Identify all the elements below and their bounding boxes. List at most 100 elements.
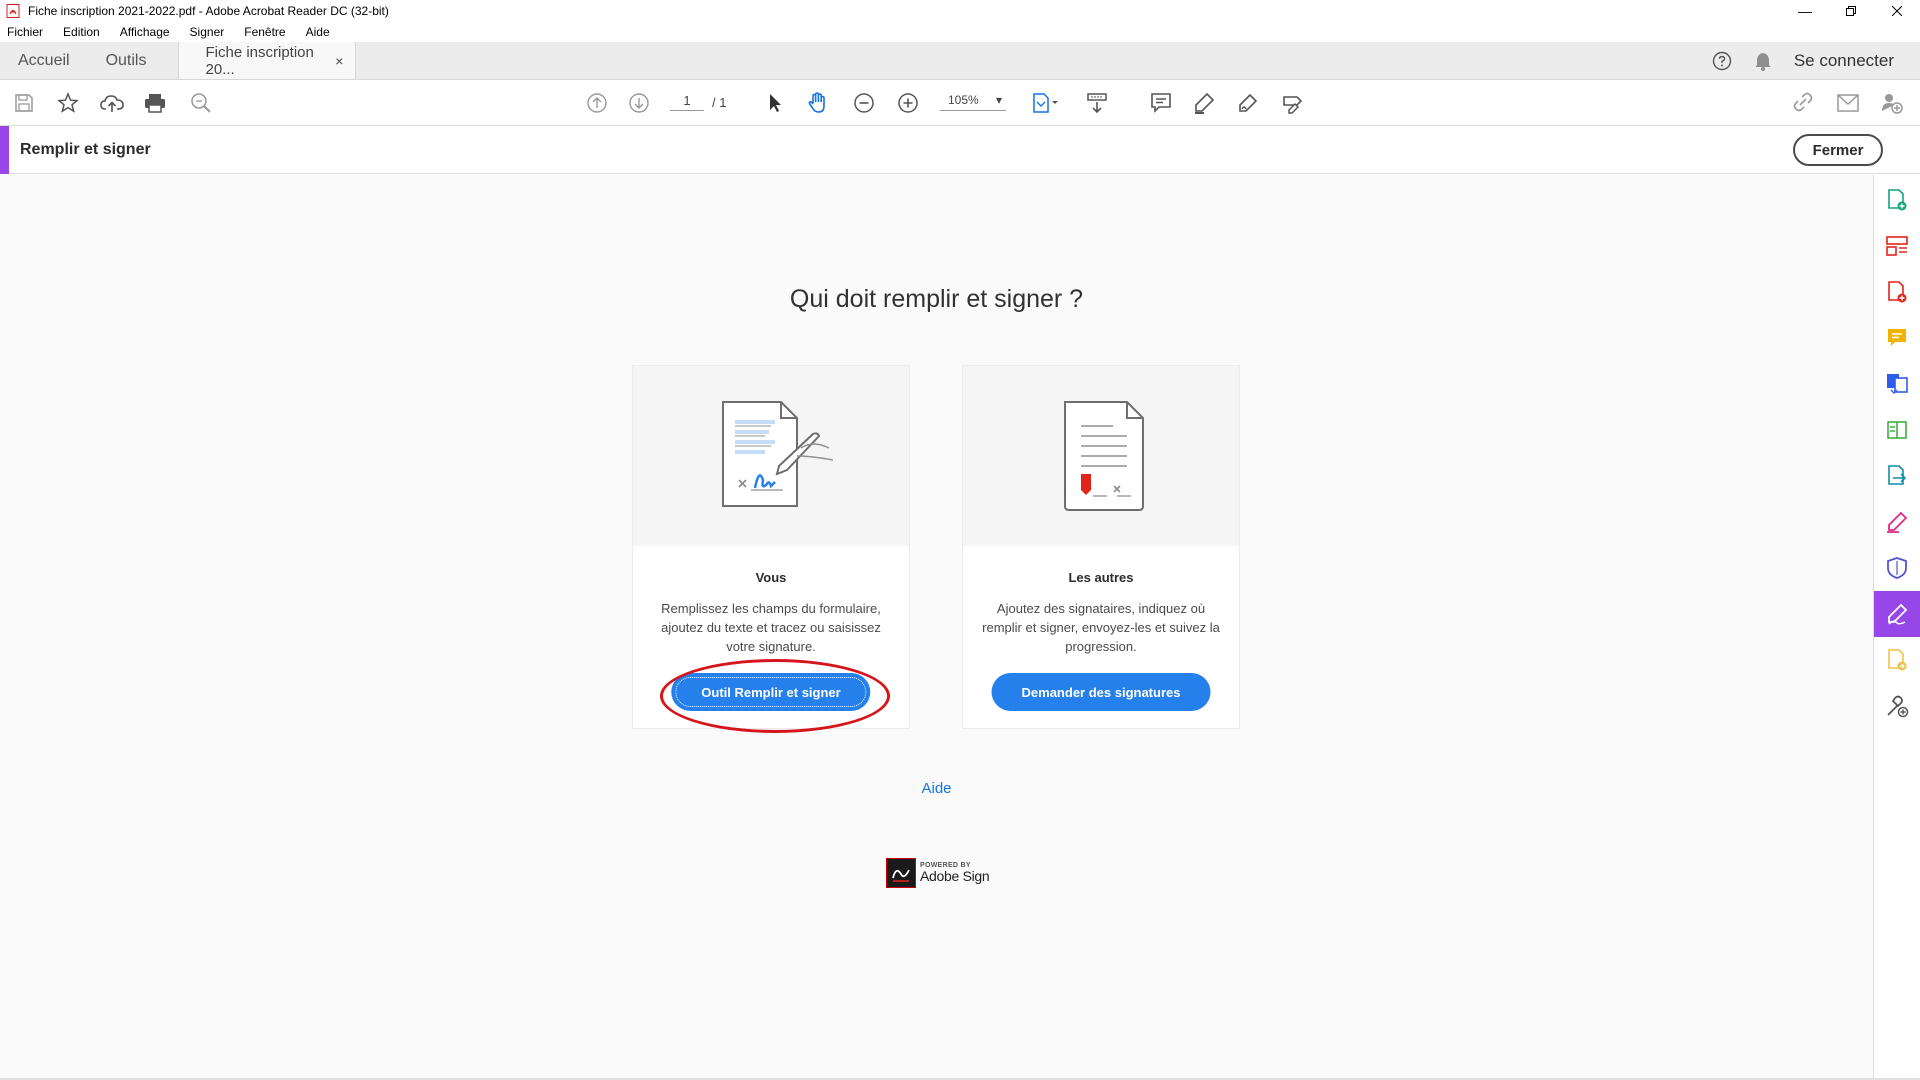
sign-icon [1239, 93, 1258, 112]
organize-pages-tool[interactable] [1874, 223, 1920, 269]
zoom-in-icon [898, 93, 918, 113]
print-icon [145, 94, 165, 113]
export-pdf-icon [1888, 189, 1907, 211]
close-icon [1892, 6, 1902, 16]
help-link[interactable]: Aide [0, 780, 1873, 797]
request-signature-document-icon [1064, 401, 1144, 511]
scroll-mode-button[interactable] [1085, 91, 1109, 115]
window-title-bar: Fiche inscription 2021-2022.pdf - Adobe … [0, 0, 1920, 22]
tab-document[interactable]: Fiche inscription 20... × [178, 42, 357, 79]
window-controls: — [1782, 0, 1920, 22]
menu-edition[interactable]: Edition [63, 25, 100, 39]
zoom-value: 105% [948, 93, 979, 107]
fill-sign-title: Remplir et signer [20, 140, 151, 158]
close-tab-icon[interactable]: × [335, 53, 343, 69]
fill-sign-icon [1283, 96, 1303, 114]
export-pdf-tool[interactable] [1874, 177, 1920, 223]
tab-outils[interactable]: Outils [88, 42, 165, 79]
comment-icon [1151, 93, 1171, 113]
fill-sign-active-tool[interactable] [1874, 591, 1920, 637]
page-down-icon [629, 93, 649, 113]
main-content: Qui doit remplir et signer ? Vous Rempli… [0, 175, 1873, 1080]
page-total: / 1 [712, 94, 727, 110]
tab-accueil[interactable]: Accueil [0, 42, 88, 79]
restore-icon [1846, 6, 1856, 16]
share-link-button[interactable] [1791, 91, 1815, 115]
zoom-out-button[interactable] [852, 91, 876, 115]
edit-pdf-tool[interactable] [1874, 407, 1920, 453]
cloud-upload-icon [100, 95, 124, 112]
export-tool[interactable] [1874, 453, 1920, 499]
star-icon [57, 92, 79, 113]
combine-files-icon [1887, 374, 1908, 394]
find-button[interactable] [189, 91, 213, 115]
fill-sign-document-icon [722, 401, 834, 507]
upload-button[interactable] [100, 91, 124, 115]
red-highlight-ellipse [660, 659, 890, 733]
card-others-title: Les autres [1068, 570, 1134, 585]
menu-aide[interactable]: Aide [306, 25, 330, 39]
menu-signer[interactable]: Signer [190, 25, 225, 39]
tool-accent-stripe [0, 125, 9, 174]
print-button[interactable] [143, 91, 167, 115]
add-recipient-button[interactable] [1880, 91, 1904, 115]
next-page-button[interactable] [627, 91, 651, 115]
send-mail-button[interactable] [1836, 91, 1860, 115]
zoom-out-icon [854, 93, 874, 113]
minimize-button[interactable]: — [1782, 0, 1828, 22]
mail-icon [1837, 94, 1859, 112]
request-signatures-button[interactable]: Demander des signatures [991, 673, 1211, 711]
comment-tool-icon [1888, 329, 1906, 346]
adobe-sign-logo-icon [886, 858, 916, 888]
combine-files-tool[interactable] [1874, 361, 1920, 407]
menu-affichage[interactable]: Affichage [120, 25, 170, 39]
window-title: Fiche inscription 2021-2022.pdf - Adobe … [28, 4, 389, 18]
create-pdf-icon [1888, 281, 1907, 303]
menu-fichier[interactable]: Fichier [7, 25, 43, 39]
fill-sign-button[interactable] [1281, 91, 1305, 115]
zoom-select[interactable]: 105% ▾ [940, 93, 1006, 111]
send-track-tool[interactable] [1874, 637, 1920, 683]
fit-page-button[interactable] [1030, 91, 1062, 115]
more-tools[interactable] [1874, 683, 1920, 729]
comment-button[interactable] [1149, 91, 1173, 115]
close-window-button[interactable] [1874, 0, 1920, 22]
hand-tool-button[interactable] [806, 91, 830, 115]
page-navigator: 1 / 1 [670, 93, 726, 111]
search-zoom-icon [191, 93, 211, 113]
help-icon[interactable] [1712, 51, 1732, 71]
edit-pdf-icon [1887, 421, 1907, 439]
sign-button[interactable] [1236, 91, 1260, 115]
page-heading: Qui doit remplir et signer ? [789, 285, 1084, 313]
zoom-in-button[interactable] [896, 91, 920, 115]
fill-sign-pen-tool[interactable] [1874, 499, 1920, 545]
more-tools-icon [1887, 695, 1909, 718]
highlight-button[interactable] [1192, 91, 1216, 115]
bookmark-button[interactable] [56, 91, 80, 115]
export-icon [1888, 465, 1907, 485]
fill-sign-active-icon [1888, 603, 1908, 625]
create-pdf-tool[interactable] [1874, 269, 1920, 315]
main-toolbar: 1 / 1 105% ▾ [0, 80, 1920, 126]
previous-page-button[interactable] [585, 91, 609, 115]
hand-icon [808, 92, 825, 113]
page-number-input[interactable]: 1 [670, 93, 704, 111]
card-others-description: Ajoutez des signataires, indiquez où rem… [982, 601, 1220, 654]
menu-fenetre[interactable]: Fenêtre [244, 25, 285, 39]
close-tool-button[interactable]: Fermer [1793, 134, 1883, 166]
tab-document-label: Fiche inscription 20... [205, 43, 314, 78]
comment-tool[interactable] [1874, 315, 1920, 361]
acrobat-app-icon [6, 4, 20, 18]
card-you-description: Remplissez les champs du formulaire, ajo… [661, 601, 881, 654]
select-tool-button[interactable] [763, 91, 787, 115]
highlight-pen-icon [1195, 92, 1215, 114]
menu-bar: Fichier Edition Affichage Signer Fenêtre… [0, 22, 1920, 42]
fill-sign-bar: Remplir et signer Fermer [0, 125, 1920, 174]
save-button[interactable] [12, 91, 36, 115]
sign-in-link[interactable]: Se connecter [1794, 51, 1894, 71]
bell-icon[interactable] [1754, 51, 1772, 71]
restore-button[interactable] [1828, 0, 1874, 22]
link-icon [1793, 92, 1813, 112]
card-you-illustration [633, 366, 909, 546]
protect-tool[interactable] [1874, 545, 1920, 591]
